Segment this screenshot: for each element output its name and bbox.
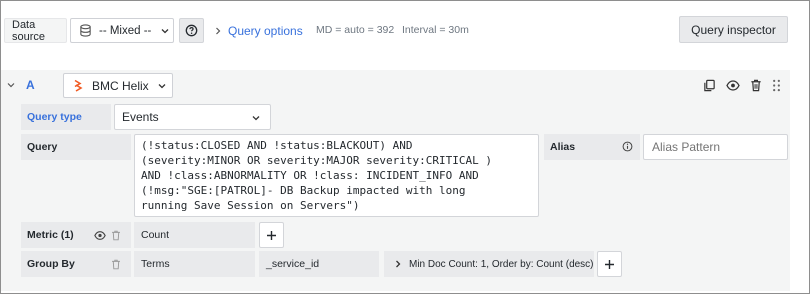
query-label: Query xyxy=(21,134,131,160)
metric-type-select[interactable]: Count xyxy=(134,222,255,248)
info-circle-icon[interactable] xyxy=(622,141,633,152)
query-text: (!status:CLOSED AND !status:BLACKOUT) AN… xyxy=(141,139,492,212)
chevron-right-icon xyxy=(216,27,221,34)
group-by-label-text: Group By xyxy=(27,258,75,270)
chevron-down-icon xyxy=(252,116,260,121)
chevron-right-icon xyxy=(396,260,401,268)
duplicate-query-icon[interactable] xyxy=(703,79,716,92)
max-data-points-info: MD = auto = 392 xyxy=(316,24,395,36)
interval-info: Interval = 30m xyxy=(402,24,469,36)
alias-input[interactable] xyxy=(643,134,788,160)
query-datasource-picker[interactable]: BMC Helix xyxy=(63,73,173,98)
query-label-text: Query xyxy=(27,141,58,153)
query-options-toggle[interactable]: Query options xyxy=(214,22,303,39)
group-by-field-value: _service_id xyxy=(266,258,320,270)
group-by-options-toggle[interactable]: Min Doc Count: 1, Order by: Count (desc) xyxy=(384,251,594,277)
datasource-label: Data source xyxy=(4,18,67,43)
toggle-visibility-eye-icon[interactable] xyxy=(726,79,740,92)
query-inspector-label: Query inspector xyxy=(691,22,776,37)
group-by-type-value: Terms xyxy=(141,258,170,270)
question-circle-icon xyxy=(185,24,198,37)
drag-handle-icon[interactable] xyxy=(772,79,781,92)
group-by-options-text: Min Doc Count: 1, Order by: Count (desc) xyxy=(409,258,594,270)
group-by-label: Group By xyxy=(21,251,131,277)
metric-label-text: Metric (1) xyxy=(27,229,74,241)
trash-icon[interactable] xyxy=(111,259,121,270)
plus-icon xyxy=(267,230,276,240)
datasource-select[interactable]: -- Mixed -- xyxy=(70,18,174,43)
delete-query-trash-icon[interactable] xyxy=(750,79,762,92)
query-options-label: Query options xyxy=(228,23,303,38)
trash-icon[interactable] xyxy=(111,230,121,241)
query-inspector-button[interactable]: Query inspector xyxy=(679,16,788,43)
plus-icon xyxy=(605,259,614,269)
group-by-type-select[interactable]: Terms xyxy=(134,251,255,277)
query-ref-id[interactable]: A xyxy=(26,78,35,92)
datasource-select-value: -- Mixed -- xyxy=(99,24,152,37)
query-textarea[interactable]: (!status:CLOSED AND !status:BLACKOUT) AN… xyxy=(134,134,539,217)
datasource-label-text: Data source xyxy=(12,18,46,43)
datasource-help-button[interactable] xyxy=(179,18,204,43)
query-datasource-name: BMC Helix xyxy=(92,78,149,93)
metric-type-value: Count xyxy=(141,229,170,241)
add-metric-button[interactable] xyxy=(259,222,284,248)
group-by-field-select[interactable]: _service_id xyxy=(259,251,379,277)
alias-label: Alias xyxy=(544,134,640,160)
database-icon xyxy=(80,24,91,37)
eye-icon[interactable] xyxy=(94,230,106,241)
query-type-label-text: Query type xyxy=(27,111,82,123)
chevron-down-icon xyxy=(158,83,166,88)
bmc-helix-logo-icon xyxy=(74,79,83,92)
query-type-value: Events xyxy=(122,110,159,124)
chevron-down-icon xyxy=(161,28,169,33)
query-type-select[interactable]: Events xyxy=(114,104,271,130)
collapse-chevron-icon[interactable] xyxy=(6,80,16,90)
alias-label-text: Alias xyxy=(550,141,576,153)
metric-label: Metric (1) xyxy=(21,222,131,248)
add-group-by-button[interactable] xyxy=(597,251,622,277)
query-type-label: Query type xyxy=(21,104,111,130)
